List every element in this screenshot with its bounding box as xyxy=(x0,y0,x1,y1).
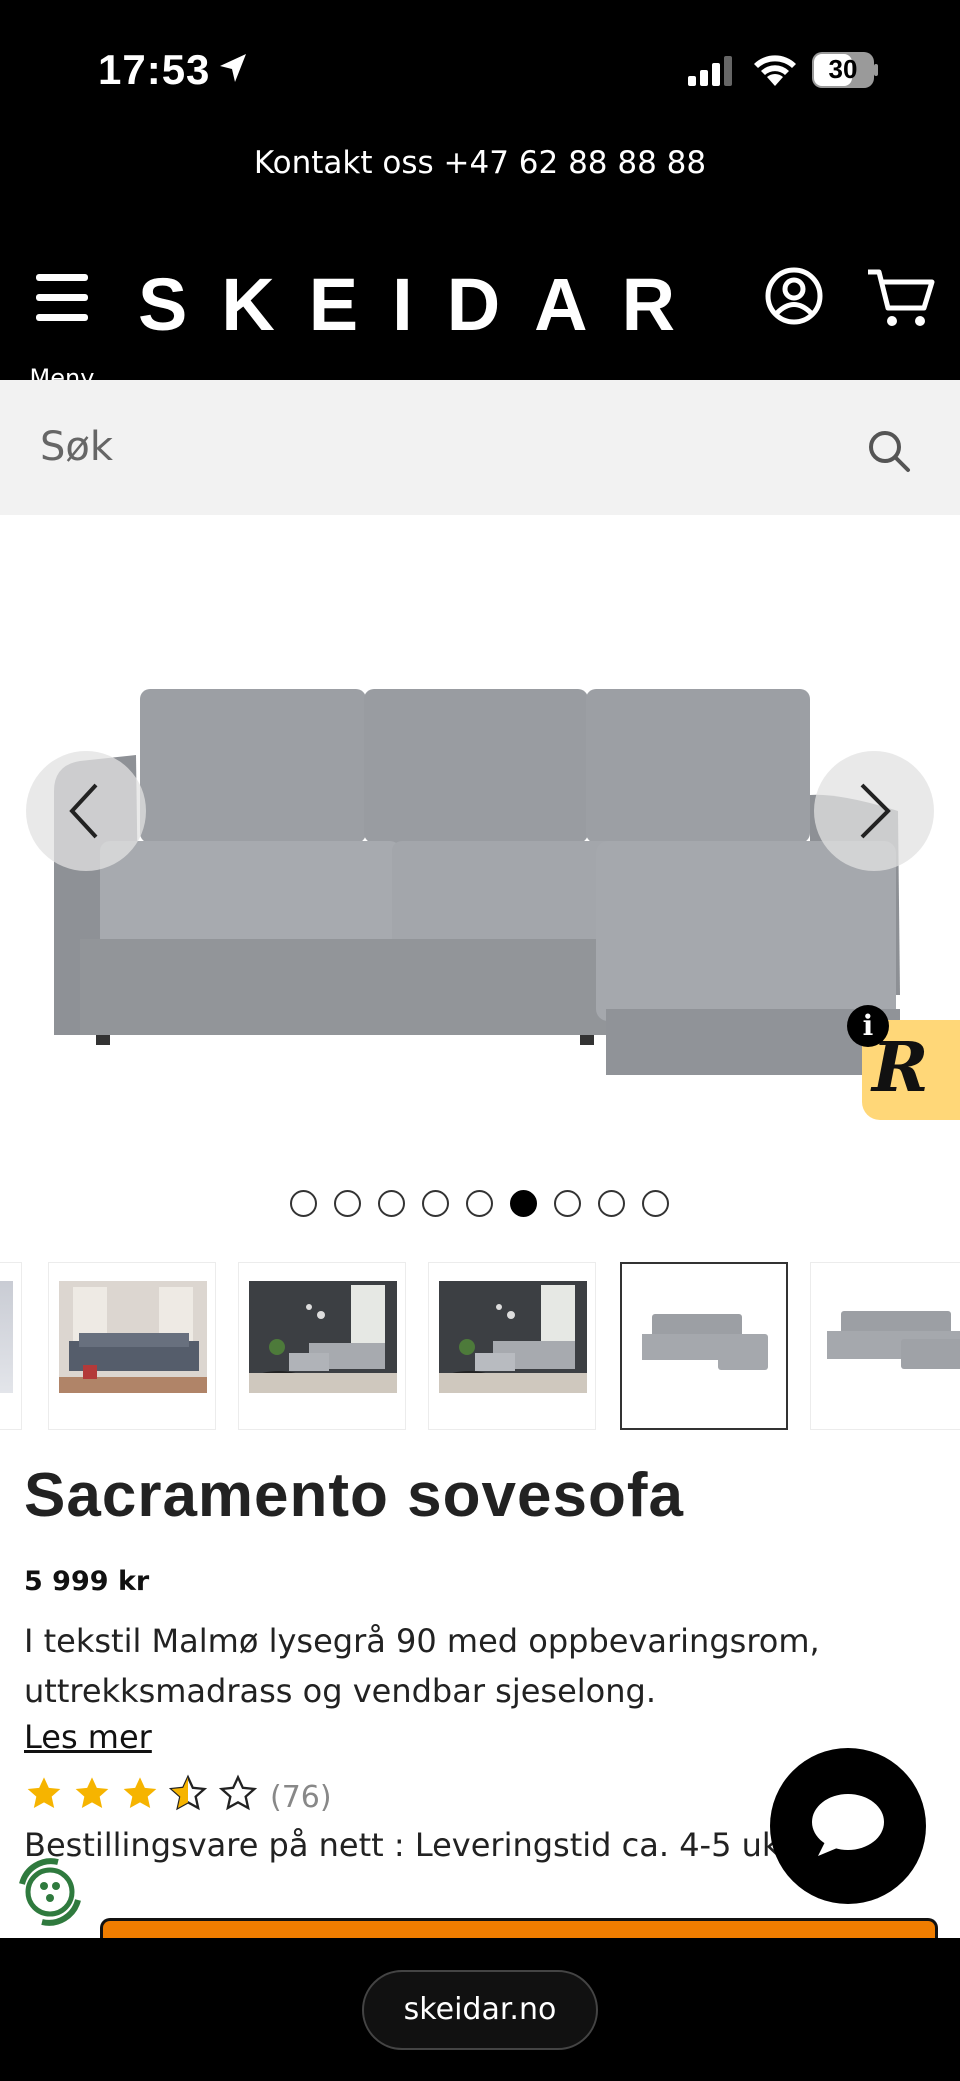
pagination-dot[interactable] xyxy=(466,1190,493,1217)
star-full-icon xyxy=(123,1777,157,1808)
product-image xyxy=(54,689,900,1075)
hamburger-icon xyxy=(36,274,88,281)
pagination-dot[interactable] xyxy=(598,1190,625,1217)
location-arrow-icon xyxy=(218,52,248,88)
pagination-dot[interactable] xyxy=(378,1190,405,1217)
product-description: I tekstil Malmø lysegrå 90 med oppbevari… xyxy=(24,1622,820,1710)
read-more-link[interactable]: Les mer xyxy=(24,1718,152,1756)
thumbnail-image xyxy=(249,1281,397,1393)
star-half-icon xyxy=(168,1774,208,1811)
thumbnail-selected[interactable] xyxy=(620,1262,788,1430)
thumbnail-image xyxy=(59,1281,207,1393)
star-empty-icon xyxy=(218,1774,258,1811)
add-to-cart-button[interactable] xyxy=(100,1918,938,1938)
contact-banner[interactable]: Kontakt oss +47 62 88 88 88 xyxy=(0,130,960,230)
skeidar-logo[interactable]: SKEIDAR xyxy=(138,262,709,347)
thumbnail[interactable] xyxy=(238,1262,406,1430)
chevron-left-icon xyxy=(69,783,98,839)
thumbnail-image xyxy=(439,1281,587,1393)
address-bar[interactable]: skeidar.no xyxy=(362,1970,598,2050)
search-input[interactable] xyxy=(40,414,840,480)
accessibility-widget-icon[interactable] xyxy=(12,1854,88,1930)
battery-level: 30 xyxy=(828,54,858,84)
cart-icon[interactable] xyxy=(866,266,936,330)
thumbnail-image xyxy=(821,1281,960,1393)
next-image-button[interactable] xyxy=(814,751,934,871)
status-time: 17:53 xyxy=(98,46,211,93)
wifi-icon xyxy=(752,52,798,90)
contact-text[interactable]: Kontakt oss +47 62 88 88 88 xyxy=(254,145,706,181)
status-bar: 17:53 30 xyxy=(0,0,960,130)
search-icon[interactable] xyxy=(866,428,912,478)
pagination-dot-active[interactable] xyxy=(510,1190,537,1217)
search-bar xyxy=(0,380,960,515)
review-count[interactable]: (76) xyxy=(270,1780,332,1815)
thumbnail[interactable] xyxy=(810,1262,960,1430)
account-icon[interactable] xyxy=(764,266,824,326)
site-header: Meny SKEIDAR xyxy=(0,230,960,392)
previous-image-button[interactable] xyxy=(26,751,146,871)
star-full-icon xyxy=(75,1777,109,1808)
product-image-gallery[interactable]: R i xyxy=(0,515,960,1155)
hamburger-icon-bar xyxy=(36,294,88,301)
menu-button[interactable]: Meny xyxy=(24,268,100,392)
pagination-dot[interactable] xyxy=(290,1190,317,1217)
pagination-dot[interactable] xyxy=(642,1190,669,1217)
info-icon[interactable]: i xyxy=(847,1005,889,1047)
thumbnail[interactable] xyxy=(0,1262,22,1430)
star-full-icon xyxy=(27,1777,61,1808)
chat-bubble-icon xyxy=(812,1794,884,1856)
pagination-dot[interactable] xyxy=(422,1190,449,1217)
battery-icon: 30 xyxy=(812,52,878,88)
pagination-dot[interactable] xyxy=(554,1190,581,1217)
chevron-right-icon xyxy=(860,783,891,839)
thumbnail-strip[interactable] xyxy=(0,1262,960,1432)
pagination-dot[interactable] xyxy=(334,1190,361,1217)
product-price: 5 999 kr xyxy=(24,1566,150,1597)
browser-bottom-bar: skeidar.no xyxy=(0,1938,960,2081)
product-title: Sacramento sovesofa xyxy=(24,1461,684,1530)
thumbnail[interactable] xyxy=(48,1262,216,1430)
thumbnail-image xyxy=(632,1282,780,1394)
chat-button[interactable] xyxy=(770,1748,926,1904)
hamburger-icon-bar xyxy=(36,314,88,321)
cellular-signal-icon xyxy=(688,56,738,90)
thumbnail[interactable] xyxy=(428,1262,596,1430)
